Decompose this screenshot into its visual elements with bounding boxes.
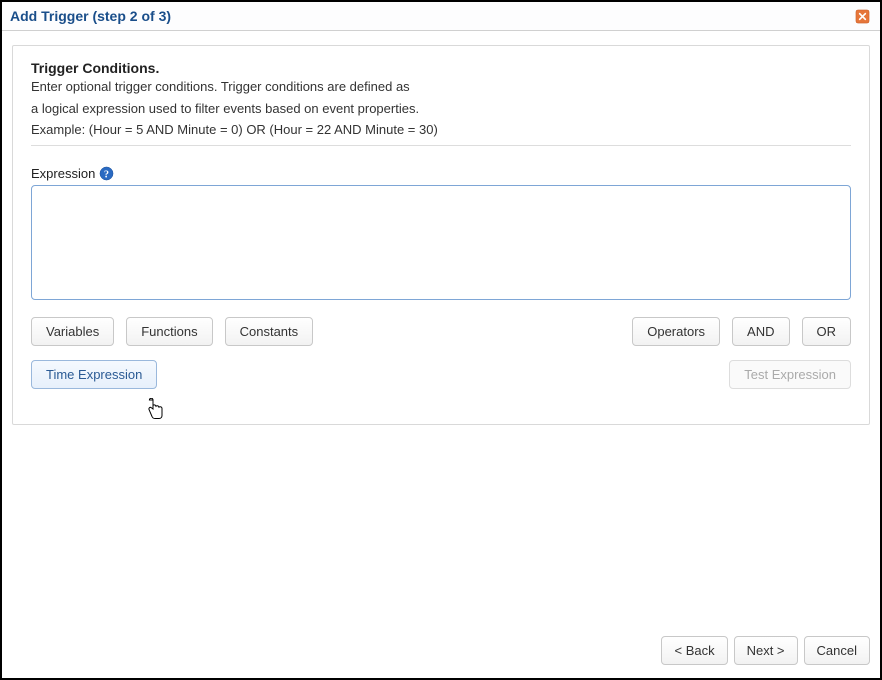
expression-label-row: Expression ? (31, 166, 851, 181)
expression-label: Expression (31, 166, 95, 181)
dialog-footer: < Back Next > Cancel (661, 636, 870, 665)
help-icon[interactable]: ? (99, 166, 114, 181)
section-desc-2: a logical expression used to filter even… (31, 100, 851, 118)
section-desc-3: Example: (Hour = 5 AND Minute = 0) OR (H… (31, 121, 851, 139)
back-button[interactable]: < Back (661, 636, 727, 665)
and-button[interactable]: AND (732, 317, 789, 346)
cancel-button[interactable]: Cancel (804, 636, 870, 665)
section-desc-1: Enter optional trigger conditions. Trigg… (31, 78, 851, 96)
expression-input[interactable] (31, 185, 851, 300)
operators-button[interactable]: Operators (632, 317, 720, 346)
dialog-header: Add Trigger (step 2 of 3) (2, 2, 880, 31)
expression-button-row: Time Expression Test Expression (31, 360, 851, 389)
dialog-body: Trigger Conditions. Enter optional trigg… (2, 31, 880, 675)
test-expression-button: Test Expression (729, 360, 851, 389)
builder-buttons-right: Operators AND OR (632, 317, 851, 346)
svg-text:?: ? (104, 169, 109, 180)
constants-button[interactable]: Constants (225, 317, 314, 346)
or-button[interactable]: OR (802, 317, 852, 346)
close-icon[interactable] (854, 8, 870, 24)
builder-button-row: Variables Functions Constants Operators … (31, 317, 851, 346)
divider (31, 145, 851, 146)
time-expression-button[interactable]: Time Expression (31, 360, 157, 389)
variables-button[interactable]: Variables (31, 317, 114, 346)
builder-buttons-left: Variables Functions Constants (31, 317, 313, 346)
next-button[interactable]: Next > (734, 636, 798, 665)
dialog-title: Add Trigger (step 2 of 3) (10, 8, 171, 24)
functions-button[interactable]: Functions (126, 317, 212, 346)
content-panel: Trigger Conditions. Enter optional trigg… (12, 45, 870, 425)
section-heading: Trigger Conditions. (31, 60, 851, 76)
